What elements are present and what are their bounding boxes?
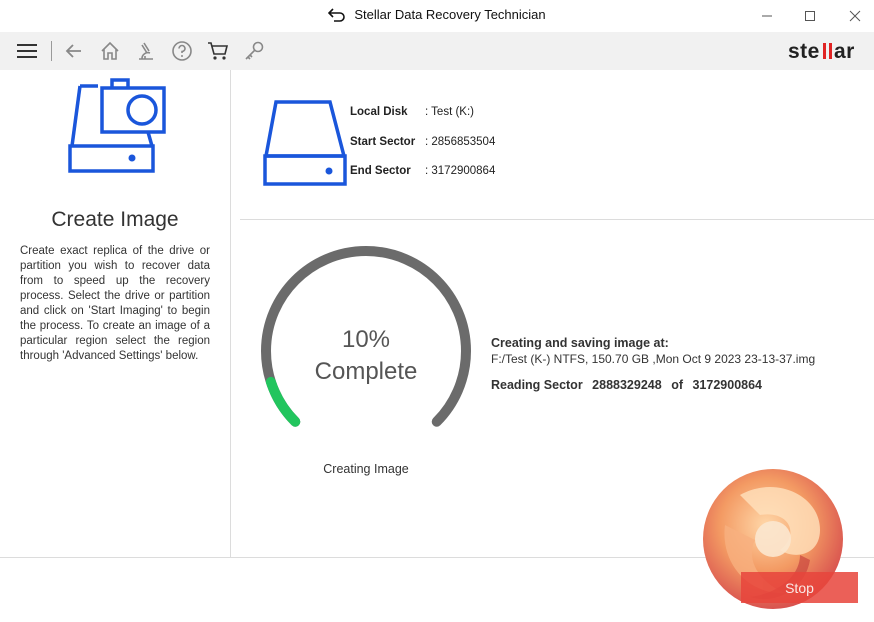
analysis-button[interactable] xyxy=(134,39,158,63)
help-button[interactable] xyxy=(170,39,194,63)
page-title: Create Image xyxy=(51,208,179,231)
create-image-illustration-icon xyxy=(68,78,166,173)
gauge-progress-arc xyxy=(265,376,301,427)
reading-sector-status: Reading Sector 2888329248 of 3172900864 xyxy=(491,378,768,392)
back-icon xyxy=(65,44,81,58)
close-button[interactable] xyxy=(832,0,874,32)
cart-icon xyxy=(208,42,229,60)
window-title: Stellar Data Recovery Technician xyxy=(354,7,546,22)
back-button[interactable] xyxy=(62,39,86,63)
progress-percent: 10% xyxy=(341,326,391,353)
title-bar: Stellar Data Recovery Technician xyxy=(0,0,874,32)
cart-button[interactable] xyxy=(206,39,230,63)
menu-icon xyxy=(17,44,37,58)
maximize-button[interactable] xyxy=(787,0,833,32)
progress-caption: Creating Image xyxy=(323,462,409,476)
window-title-wrap: Stellar Data Recovery Technician xyxy=(0,7,874,22)
end-sector-value: : 3172900864 xyxy=(425,165,496,177)
home-icon xyxy=(101,41,119,60)
microscope-icon xyxy=(139,42,153,60)
start-sector-row: Start Sector : 2856853504 xyxy=(350,136,495,148)
section-divider xyxy=(240,219,874,220)
reading-sector-label: Reading Sector xyxy=(491,378,583,392)
minimize-icon xyxy=(762,15,772,17)
key-icon xyxy=(245,41,264,60)
activation-button[interactable] xyxy=(242,39,266,63)
toolbar-separator xyxy=(51,41,52,61)
status-heading: Creating and saving image at: xyxy=(491,336,669,350)
left-panel: Create Image Create exact replica of the… xyxy=(0,70,231,557)
local-disk-row: Local Disk : Test (K:) xyxy=(350,106,474,118)
reading-sector-of: of xyxy=(671,378,683,392)
maximize-icon xyxy=(805,11,815,21)
end-sector-row: End Sector : 3172900864 xyxy=(350,165,495,177)
progress-complete-label: Complete xyxy=(314,358,418,385)
help-icon xyxy=(172,41,192,61)
local-disk-label: Local Disk xyxy=(350,106,408,118)
image-output-path: F:/Test (K-) NTFS, 150.70 GB ,Mon Oct 9 … xyxy=(491,352,816,366)
app-logo-icon xyxy=(328,8,346,22)
end-sector-label: End Sector xyxy=(350,165,411,177)
start-sector-label: Start Sector xyxy=(350,136,416,148)
reading-sector-total: 3172900864 xyxy=(692,378,763,392)
reading-sector-current: 2888329248 xyxy=(592,378,662,392)
start-sector-value: : 2856853504 xyxy=(425,136,496,148)
local-disk-value: : Test (K:) xyxy=(425,106,474,118)
toolbar: ste ar xyxy=(0,32,874,70)
stop-button[interactable]: Stop xyxy=(741,572,858,603)
drive-icon xyxy=(263,100,347,186)
menu-button[interactable] xyxy=(15,39,39,63)
svg-text:ste: ste xyxy=(788,40,820,62)
svg-text:ar: ar xyxy=(834,40,855,62)
brand-logo: ste ar xyxy=(788,40,860,68)
page-description: Create exact replica of the drive or par… xyxy=(20,245,210,362)
home-button[interactable] xyxy=(98,39,122,63)
close-icon xyxy=(849,10,861,22)
stellar-wordmark: ste ar xyxy=(788,40,855,63)
minimize-button[interactable] xyxy=(744,0,790,32)
